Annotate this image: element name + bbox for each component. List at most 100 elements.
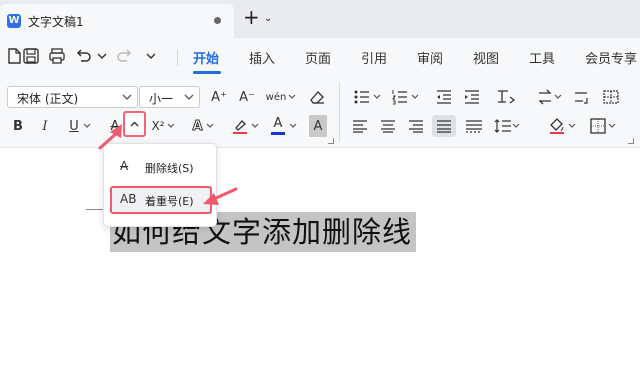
border-icon xyxy=(590,118,606,134)
grow-font-button[interactable]: A⁺ xyxy=(208,86,230,108)
active-menu-indicator xyxy=(193,71,221,74)
chevron-up-icon xyxy=(130,121,139,127)
align-right-icon xyxy=(409,120,423,133)
menu-review[interactable]: 审阅 xyxy=(417,48,443,67)
shading-button[interactable] xyxy=(546,115,578,137)
superscript-icon: X² xyxy=(151,119,165,133)
document-canvas[interactable] xyxy=(0,149,640,386)
grow-font-icon: A⁺ xyxy=(211,89,227,105)
distributed-align-icon xyxy=(466,120,482,133)
borders-button[interactable] xyxy=(588,115,618,137)
undo-icon xyxy=(76,49,91,62)
menu-item-strikethrough[interactable]: A 删除线(S) xyxy=(110,153,212,181)
menu-references[interactable]: 引用 xyxy=(361,48,387,67)
underline-button[interactable]: U xyxy=(64,115,96,137)
clear-format-button[interactable] xyxy=(306,86,328,108)
chevron-down-icon xyxy=(512,123,520,128)
undo-dropdown[interactable] xyxy=(93,47,113,67)
plus-icon: + xyxy=(243,5,260,29)
font-dialog-launcher-icon[interactable] xyxy=(328,138,334,144)
chevron-down-icon xyxy=(373,94,381,99)
chevron-down-icon xyxy=(289,123,297,128)
distributed-align-button[interactable] xyxy=(462,115,486,137)
chinese-layout-button[interactable] xyxy=(494,86,518,108)
font-color-button[interactable]: A xyxy=(268,115,300,137)
wps-writer-icon: W xyxy=(7,14,21,28)
grid-icon xyxy=(603,90,619,104)
shrink-font-button[interactable]: A⁻ xyxy=(236,86,258,108)
justify-button[interactable] xyxy=(432,115,456,137)
justify-icon xyxy=(437,120,451,133)
pinyin-guide-button[interactable]: wén xyxy=(264,86,298,108)
text-effect-icon: A xyxy=(192,118,203,134)
sort-button[interactable] xyxy=(534,86,564,108)
chevron-down-icon xyxy=(288,94,296,99)
bullet-list-icon xyxy=(354,90,369,104)
chevron-down-icon xyxy=(184,94,194,100)
line-spacing-button[interactable] xyxy=(492,115,522,137)
italic-button[interactable]: I xyxy=(35,115,55,137)
menu-item-emphasis-mark-label: 着重号(E) xyxy=(145,195,194,208)
numbered-list-button[interactable] xyxy=(390,86,420,108)
paint-bucket-icon xyxy=(550,118,564,134)
strikethrough-icon: A xyxy=(110,118,120,134)
font-name-select[interactable]: 宋体 (正文) xyxy=(7,86,138,108)
menu-page[interactable]: 页面 xyxy=(305,48,331,67)
undo-button[interactable] xyxy=(74,47,94,67)
menu-insert[interactable]: 插入 xyxy=(249,48,275,67)
align-right-button[interactable] xyxy=(406,115,426,137)
menu-home[interactable]: 开始 xyxy=(193,48,219,67)
pinyin-icon: wén xyxy=(265,91,287,103)
align-center-button[interactable] xyxy=(378,115,398,137)
table-grid-button[interactable] xyxy=(600,86,622,108)
emphasis-mark-icon: AB xyxy=(120,192,137,206)
strikethrough-icon: A xyxy=(120,159,129,173)
print-button[interactable] xyxy=(48,47,68,67)
decrease-indent-icon xyxy=(437,90,451,104)
chevron-down-icon: ⌄ xyxy=(264,13,273,24)
font-size-select[interactable]: 小一 xyxy=(139,86,200,108)
shrink-font-icon: A⁻ xyxy=(239,89,255,105)
italic-icon: I xyxy=(42,118,48,134)
paragraph-dialog-launcher-icon[interactable] xyxy=(628,138,634,144)
strikethrough-button[interactable]: A xyxy=(106,115,124,137)
paragraph-mark-icon xyxy=(575,92,588,104)
character-shading-button[interactable]: A xyxy=(309,115,327,137)
redo-button[interactable] xyxy=(116,47,136,67)
highlight-button[interactable] xyxy=(228,115,262,137)
save-icon xyxy=(23,48,39,64)
eraser-icon xyxy=(310,91,324,104)
bullet-list-button[interactable] xyxy=(352,86,382,108)
underline-icon: U xyxy=(69,118,79,134)
align-left-button[interactable] xyxy=(350,115,370,137)
menu-tools[interactable]: 工具 xyxy=(529,48,555,67)
menu-view[interactable]: 视图 xyxy=(473,48,499,67)
strikethrough-dropdown-button[interactable] xyxy=(123,111,146,137)
chevron-down-icon xyxy=(83,123,91,128)
text-effect-button[interactable]: A xyxy=(188,115,218,137)
unsaved-dot-icon[interactable] xyxy=(214,17,221,24)
menu-bar: 开始 插入 页面 引用 审阅 视图 工具 会员专享 xyxy=(0,38,640,76)
save-button[interactable] xyxy=(22,47,42,67)
ribbon-divider xyxy=(339,82,340,142)
document-tab[interactable]: W 文字文稿1 xyxy=(0,4,234,38)
bold-button[interactable]: B xyxy=(8,115,28,137)
decrease-indent-button[interactable] xyxy=(434,86,454,108)
font-name-value: 宋体 (正文) xyxy=(17,92,79,106)
chevron-down-icon xyxy=(554,94,562,99)
strikethrough-dropdown-menu: A 删除线(S) AB 着重号(E) xyxy=(103,143,217,227)
title-tab-bar: W 文字文稿1 + ⌄ xyxy=(0,0,640,38)
print-icon xyxy=(49,48,65,64)
menu-member[interactable]: 会员专享 xyxy=(585,48,637,67)
menu-item-emphasis-mark[interactable]: AB 着重号(E) xyxy=(110,186,212,214)
more-quick-access[interactable] xyxy=(142,47,162,67)
chevron-down-icon xyxy=(411,94,419,99)
line-spacing-icon xyxy=(494,119,511,133)
font-color-icon: A xyxy=(271,117,285,135)
increase-indent-button[interactable] xyxy=(462,86,482,108)
new-tab-button[interactable]: + ⌄ xyxy=(243,5,277,30)
align-left-icon xyxy=(353,120,367,133)
chevron-down-icon xyxy=(146,53,156,59)
superscript-button[interactable]: X² xyxy=(148,115,178,137)
show-marks-button[interactable] xyxy=(570,86,592,108)
